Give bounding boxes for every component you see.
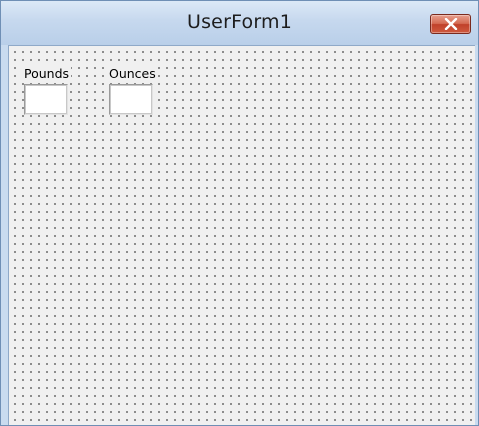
- close-button[interactable]: [430, 14, 471, 34]
- title-bar[interactable]: UserForm1: [1, 1, 478, 45]
- close-icon: [444, 18, 458, 30]
- window-title: UserForm1: [186, 11, 293, 33]
- form-design-canvas[interactable]: Pounds Ounces: [8, 45, 475, 425]
- ounces-textbox[interactable]: [109, 84, 153, 115]
- userform-window: UserForm1 Pounds Ounces: [0, 0, 479, 426]
- pounds-label[interactable]: Pounds: [22, 66, 72, 82]
- ounces-label[interactable]: Ounces: [107, 66, 158, 82]
- pounds-textbox[interactable]: [24, 84, 68, 115]
